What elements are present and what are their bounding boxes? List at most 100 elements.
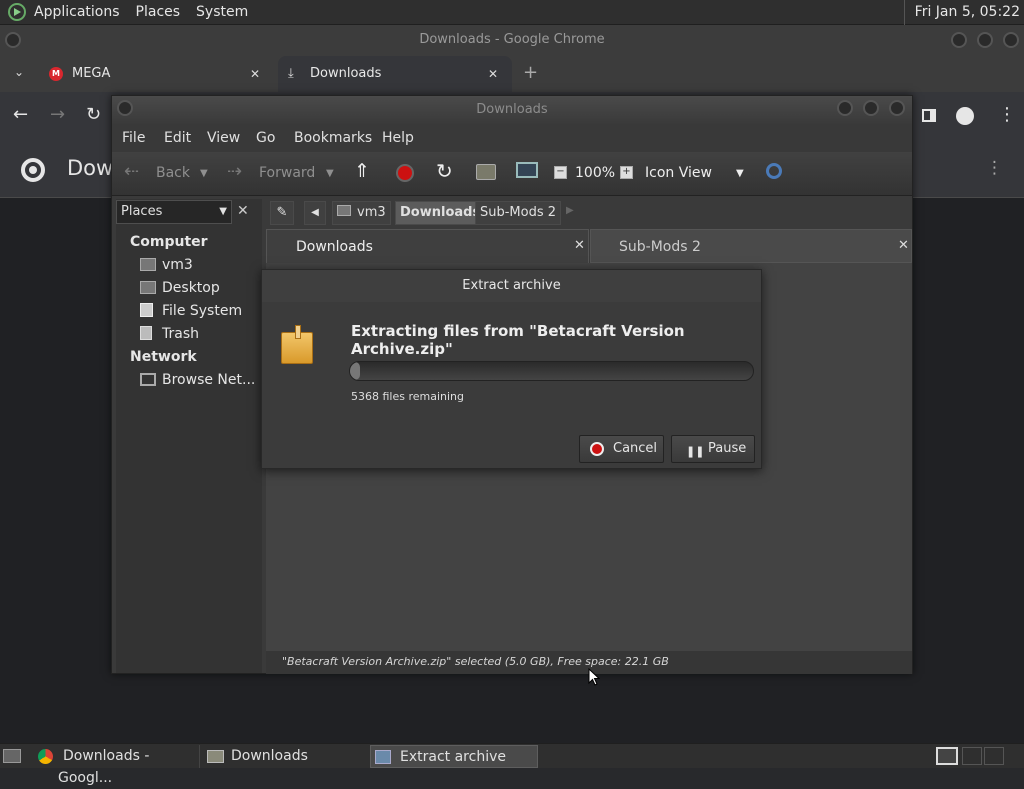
fm-menubar: File Edit View Go Bookmarks Help xyxy=(112,124,912,152)
files-remaining: 5368 files remaining xyxy=(351,390,465,403)
menu-system[interactable]: System xyxy=(196,4,248,20)
dialog-title[interactable]: Extract archive xyxy=(262,270,761,302)
home-icon[interactable] xyxy=(476,164,496,180)
archive-box-icon xyxy=(281,325,313,364)
tab-label: MEGA xyxy=(72,66,111,81)
page-heading: Dow xyxy=(67,156,114,180)
path-vm3[interactable]: vm3 xyxy=(332,201,391,225)
path-downloads[interactable]: Downloads xyxy=(395,201,486,225)
side-panel-icon[interactable] xyxy=(922,109,936,122)
maximize-circle-icon[interactable] xyxy=(863,100,879,116)
minimize-circle-icon[interactable] xyxy=(837,100,853,116)
show-desktop-icon[interactable] xyxy=(3,749,21,763)
chrome-menu-circle-icon[interactable] xyxy=(5,32,21,48)
computer-icon[interactable] xyxy=(516,162,538,178)
edit-path-icon[interactable]: ✎ xyxy=(270,201,294,225)
path-bar: ✎ ◀ vm3 Downloads Sub-Mods 2 ▶ xyxy=(266,199,912,227)
home-folder-icon xyxy=(140,258,156,271)
reload-icon[interactable]: ↻ xyxy=(436,159,453,183)
chrome-title: Downloads - Google Chrome xyxy=(419,32,605,47)
forward-button[interactable]: Forward xyxy=(259,165,315,181)
back-arrow-icon[interactable]: ⇠ xyxy=(124,161,139,182)
forward-history-icon[interactable]: ▼ xyxy=(326,168,334,179)
close-tab-icon[interactable]: ✕ xyxy=(574,238,585,253)
download-icon: ⤓ xyxy=(288,66,294,81)
extract-dialog: Extract archive Extracting files from "B… xyxy=(261,269,762,469)
menu-bookmarks[interactable]: Bookmarks xyxy=(294,130,372,146)
tab-search-chevron-icon[interactable]: ⌄ xyxy=(14,65,24,79)
tab-label: Downloads xyxy=(310,66,382,81)
menu-help[interactable]: Help xyxy=(382,130,414,146)
up-icon[interactable]: ⇑ xyxy=(354,160,370,182)
chrome-titlebar: Downloads - Google Chrome xyxy=(0,25,1024,56)
zoom-out-icon[interactable]: − xyxy=(554,166,567,179)
network-icon xyxy=(140,373,156,386)
chevron-down-icon: ▼ xyxy=(219,206,227,217)
gnome-foot-icon[interactable] xyxy=(8,3,26,21)
back-history-icon[interactable]: ▼ xyxy=(200,168,208,179)
chrome-tab-mega[interactable]: M MEGA ✕ xyxy=(42,56,270,92)
drive-icon xyxy=(140,303,153,317)
window-menu-circle-icon[interactable] xyxy=(117,100,133,116)
sidebar-item-trash[interactable]: Trash xyxy=(140,326,199,342)
minimize-circle-icon[interactable] xyxy=(951,32,967,48)
close-circle-icon[interactable] xyxy=(1003,32,1019,48)
forward-arrow-icon[interactable]: ⇢ xyxy=(227,161,242,182)
stop-icon[interactable] xyxy=(396,164,414,182)
close-tab-icon[interactable]: ✕ xyxy=(488,56,498,92)
fm-titlebar[interactable]: Downloads xyxy=(112,96,912,124)
taskbar-item-chrome[interactable]: Downloads - Googl... xyxy=(34,745,200,786)
sidebar-item-desktop[interactable]: Desktop xyxy=(140,280,220,296)
menu-view[interactable]: View xyxy=(207,130,240,146)
taskbar-item-extract-archive[interactable]: Extract archive xyxy=(370,745,538,768)
archive-manager-icon xyxy=(375,750,391,764)
profile-icon[interactable] xyxy=(956,107,974,125)
sidebar-item-vm3[interactable]: vm3 xyxy=(140,257,193,273)
menu-go[interactable]: Go xyxy=(256,130,275,146)
close-circle-icon[interactable] xyxy=(889,100,905,116)
close-tab-icon[interactable]: ✕ xyxy=(250,56,260,92)
view-mode-select[interactable]: Icon View xyxy=(645,165,712,181)
path-sub-mods-2[interactable]: Sub-Mods 2 xyxy=(475,201,562,225)
menu-applications[interactable]: Applications xyxy=(34,4,120,20)
menu-edit[interactable]: Edit xyxy=(164,130,191,146)
more-actions-icon[interactable]: ⋮ xyxy=(986,158,1003,178)
back-button[interactable]: Back xyxy=(156,165,190,181)
tab-sub-mods-2[interactable]: Sub-Mods 2 ✕ xyxy=(590,229,912,263)
back-arrow-icon[interactable]: ← xyxy=(13,104,28,125)
path-right-arrow-icon[interactable]: ▶ xyxy=(566,205,574,216)
menu-places[interactable]: Places xyxy=(136,4,181,20)
reload-icon[interactable]: ↻ xyxy=(86,104,101,125)
top-panel: Applications Places System Fri Jan 5, 05… xyxy=(0,0,1024,25)
workspace-2-icon[interactable] xyxy=(962,747,982,765)
search-icon[interactable] xyxy=(766,163,782,179)
close-tab-icon[interactable]: ✕ xyxy=(898,238,909,253)
sidebar-item-file-system[interactable]: File System xyxy=(140,303,242,319)
cancel-button[interactable]: Cancel xyxy=(579,435,664,463)
mega-icon: M xyxy=(49,67,63,81)
dialog-heading: Extracting files from "Betacraft Version… xyxy=(351,322,685,358)
menu-file[interactable]: File xyxy=(122,130,145,146)
cancel-icon xyxy=(590,442,604,456)
pause-button[interactable]: ❚❚ Pause xyxy=(671,435,755,463)
clock[interactable]: Fri Jan 5, 05:22 xyxy=(903,0,1024,25)
close-sidebar-icon[interactable]: ✕ xyxy=(237,203,249,219)
folder-icon xyxy=(207,750,224,763)
path-left-arrow-icon[interactable]: ◀ xyxy=(304,201,326,225)
fm-toolbar: ⇠ Back ▼ ⇢ Forward ▼ ⇑ ↻ − 100% + Icon V… xyxy=(112,152,912,196)
tab-label: Sub-Mods 2 xyxy=(619,239,701,255)
new-tab-icon[interactable]: + xyxy=(523,62,538,83)
workspace-switcher-icon[interactable] xyxy=(936,747,958,765)
zoom-in-icon[interactable]: + xyxy=(620,166,633,179)
maximize-circle-icon[interactable] xyxy=(977,32,993,48)
sidebar-item-browse-network[interactable]: Browse Net... xyxy=(140,372,255,388)
places-dropdown[interactable]: Places ▼ xyxy=(116,200,232,224)
trash-icon xyxy=(140,326,152,340)
chrome-tab-downloads[interactable]: ⤓ Downloads ✕ xyxy=(278,56,512,92)
forward-arrow-icon[interactable]: → xyxy=(50,104,65,125)
tab-downloads[interactable]: Downloads ✕ xyxy=(266,229,589,263)
taskbar-item-downloads[interactable]: Downloads xyxy=(204,745,366,768)
view-mode-chevron-icon[interactable]: ▼ xyxy=(736,168,744,179)
workspace-3-icon[interactable] xyxy=(984,747,1004,765)
chrome-menu-icon[interactable]: ⋮ xyxy=(998,104,1016,125)
